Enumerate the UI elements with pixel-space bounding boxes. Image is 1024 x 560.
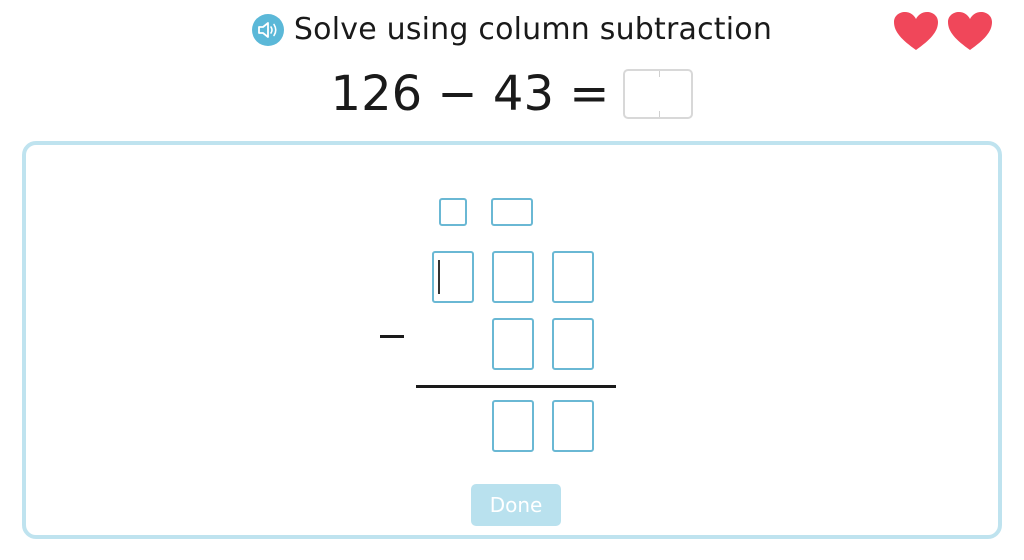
top-hundreds-input[interactable]: [432, 251, 474, 303]
borrow-hundreds-input[interactable]: [439, 198, 467, 226]
instruction-text: Solve using column subtraction: [293, 12, 773, 47]
speaker-button[interactable]: [251, 13, 284, 46]
bottom-ones-input[interactable]: [552, 318, 594, 370]
speaker-icon: [258, 21, 277, 38]
top-tens-input[interactable]: [492, 251, 534, 303]
done-button[interactable]: Done: [471, 484, 561, 526]
borrow-tens-input[interactable]: [491, 198, 533, 226]
lives: [892, 10, 994, 52]
minus-sign: [380, 335, 404, 338]
heart-icon: [894, 12, 938, 50]
bottom-tens-input[interactable]: [492, 318, 534, 370]
tick-mark: [659, 111, 661, 117]
tick-mark: [659, 71, 661, 77]
sum-line: [416, 385, 616, 388]
column-subtraction-workspace: Done: [22, 141, 1002, 539]
instruction: Solve using column subtraction: [0, 12, 1024, 47]
heart-icon: [948, 12, 992, 50]
page: Solve using column subtraction 126 − 43 …: [0, 0, 1024, 560]
answer-input[interactable]: [623, 69, 694, 119]
result-ones-input[interactable]: [552, 400, 594, 452]
equation: 126 − 43 =: [0, 66, 1024, 122]
equation-text: 126 − 43 =: [330, 66, 610, 122]
text-cursor: [438, 260, 440, 294]
top-ones-input[interactable]: [552, 251, 594, 303]
result-tens-input[interactable]: [492, 400, 534, 452]
